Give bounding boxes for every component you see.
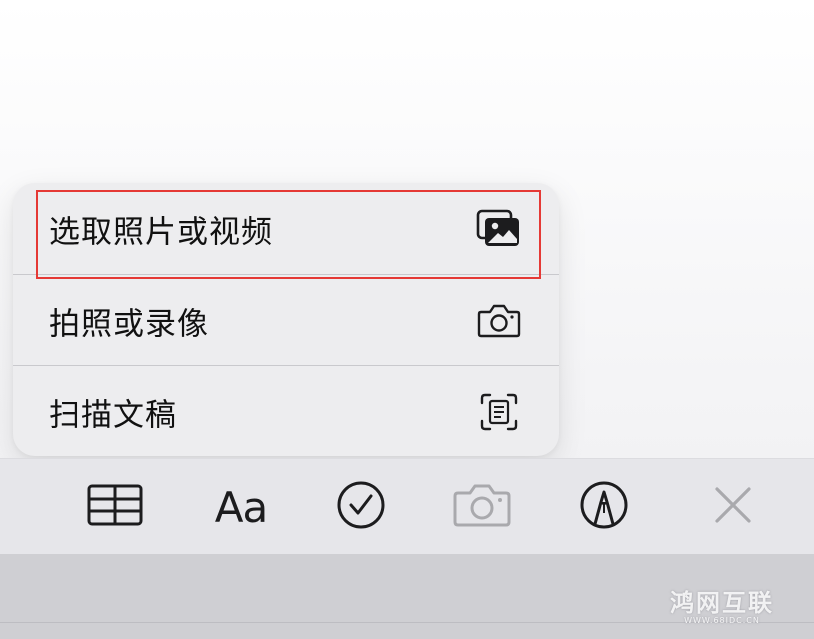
checklist-button[interactable]	[326, 459, 396, 555]
close-icon	[713, 485, 753, 529]
table-icon	[87, 484, 143, 530]
scan-document-icon	[475, 388, 523, 436]
menu-item-scan-documents[interactable]: 扫描文稿	[13, 366, 559, 456]
watermark-url: WWW.68IDC.CN	[684, 616, 760, 625]
watermark: 鸿网互联 WWW.68IDC.CN	[670, 590, 774, 626]
camera-icon	[453, 483, 511, 531]
menu-item-label: 扫描文稿	[49, 397, 177, 433]
camera-icon	[475, 297, 523, 345]
attachment-menu: 选取照片或视频 拍照或录像 扫描文稿	[13, 183, 559, 456]
markup-pen-icon	[579, 480, 629, 534]
menu-item-take-photo-or-video[interactable]: 拍照或录像	[13, 275, 559, 366]
photo-library-icon	[475, 205, 523, 253]
text-format-button[interactable]: Aa	[206, 459, 276, 555]
text-format-icon: Aa	[214, 482, 268, 532]
watermark-title: 鸿网互联	[670, 589, 774, 617]
notes-toolbar: Aa	[0, 458, 814, 555]
menu-item-choose-photo-or-video[interactable]: 选取照片或视频	[13, 183, 559, 274]
table-button[interactable]	[80, 459, 150, 555]
markup-button[interactable]	[569, 459, 639, 555]
menu-item-label: 选取照片或视频	[49, 214, 273, 250]
checkmark-circle-icon	[336, 480, 386, 534]
menu-item-label: 拍照或录像	[49, 306, 209, 342]
camera-button[interactable]	[447, 459, 517, 555]
close-button[interactable]	[698, 459, 768, 555]
